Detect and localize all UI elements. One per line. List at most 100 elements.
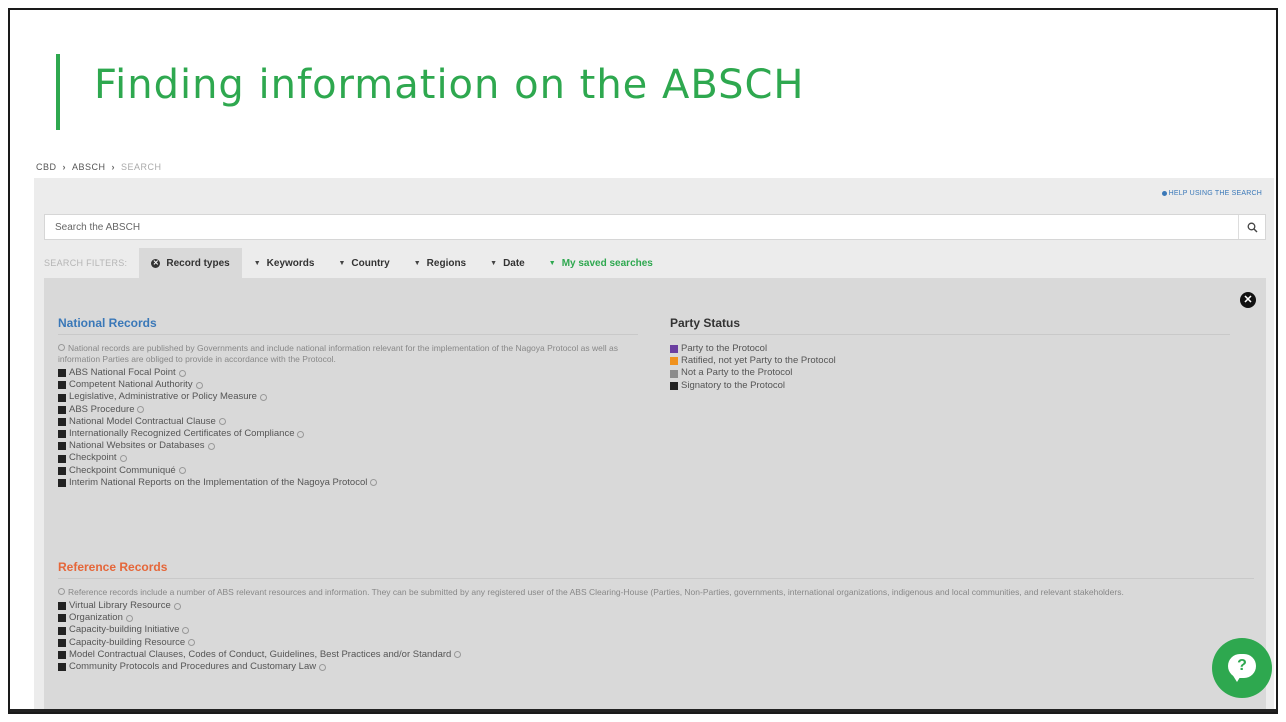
square-icon xyxy=(58,478,66,487)
item-label: National Model Contractual Clause xyxy=(69,415,216,427)
square-icon xyxy=(58,393,66,402)
party-status-list: Party to the Protocol Ratified, not yet … xyxy=(670,343,1230,392)
list-item[interactable]: National Websites or Databases xyxy=(58,440,638,452)
legend-label: Party to the Protocol xyxy=(681,343,768,354)
tab-label: Date xyxy=(503,257,525,269)
list-item[interactable]: ABS National Focal Point xyxy=(58,367,638,379)
help-chat-button[interactable]: ? xyxy=(1212,638,1272,698)
list-item[interactable]: ABS Procedure xyxy=(58,404,638,416)
item-label: Checkpoint xyxy=(69,452,117,464)
list-item[interactable]: Interim National Reports on the Implemen… xyxy=(58,477,638,489)
square-icon xyxy=(58,454,66,463)
list-item[interactable]: Organization xyxy=(58,612,1254,624)
info-icon[interactable] xyxy=(297,430,305,438)
tab-date[interactable]: ▼ Date xyxy=(478,248,537,278)
list-item[interactable]: Internationally Recognized Certificates … xyxy=(58,428,638,440)
caret-down-icon: ▼ xyxy=(413,259,421,267)
reference-records-description: Reference records include a number of AB… xyxy=(58,587,1254,598)
search-filters-label: SEARCH FILTERS: xyxy=(44,258,128,268)
item-label: Internationally Recognized Certificates … xyxy=(69,428,295,440)
close-panel-button[interactable]: ✕ xyxy=(1240,292,1256,308)
chevron-right-icon: › xyxy=(111,162,116,172)
info-icon[interactable] xyxy=(178,467,186,475)
square-icon xyxy=(58,405,66,414)
info-icon[interactable] xyxy=(207,442,215,450)
title-accent-bar xyxy=(56,54,60,130)
tab-record-types[interactable]: ✕ Record types xyxy=(139,248,242,278)
close-circle-icon[interactable]: ✕ xyxy=(151,258,161,268)
legend-item: Party to the Protocol xyxy=(670,343,1230,355)
help-search-label: HELP USING THE SEARCH xyxy=(1168,190,1262,197)
tab-label: Regions xyxy=(426,257,467,269)
info-icon[interactable] xyxy=(454,651,462,659)
party-status-section: Party Status Party to the Protocol Ratif… xyxy=(670,316,1230,392)
item-label: Model Contractual Clauses, Codes of Cond… xyxy=(69,648,452,660)
list-item[interactable]: Capacity-building Resource xyxy=(58,637,1254,649)
item-label: ABS Procedure xyxy=(69,403,135,415)
search-button[interactable] xyxy=(1238,215,1265,239)
breadcrumb-absch[interactable]: ABSCH xyxy=(72,162,106,172)
list-item[interactable]: Checkpoint xyxy=(58,452,638,464)
slide-bottom-rule xyxy=(10,709,1276,712)
color-swatch xyxy=(670,345,678,354)
item-label: Organization xyxy=(69,612,123,624)
chevron-right-icon: › xyxy=(62,162,67,172)
list-item[interactable]: Legislative, Administrative or Policy Me… xyxy=(58,391,638,403)
breadcrumb-search: SEARCH xyxy=(121,162,162,172)
item-label: Capacity-building Resource xyxy=(69,636,186,648)
square-icon xyxy=(58,381,66,390)
info-icon[interactable] xyxy=(173,602,181,610)
square-icon xyxy=(58,614,66,623)
item-label: Competent National Authority xyxy=(69,379,193,391)
info-icon[interactable] xyxy=(182,627,190,634)
square-icon xyxy=(58,602,66,611)
color-swatch xyxy=(670,381,678,390)
caret-down-icon: ▼ xyxy=(338,259,346,267)
info-icon[interactable] xyxy=(218,418,226,426)
tab-label: Keywords xyxy=(266,257,315,269)
legend-item: Not a Party to the Protocol xyxy=(670,367,1230,379)
tab-label: Record types xyxy=(166,257,230,269)
list-item[interactable]: Community Protocols and Procedures and C… xyxy=(58,661,1254,673)
info-icon[interactable] xyxy=(195,381,203,389)
description-text: National records are published by Govern… xyxy=(58,343,618,364)
info-icon[interactable] xyxy=(119,455,127,463)
list-item[interactable]: Model Contractual Clauses, Codes of Cond… xyxy=(58,649,1254,661)
list-item[interactable]: Checkpoint Communiqué xyxy=(58,465,638,477)
tab-my-saved-searches[interactable]: ▼ My saved searches xyxy=(537,248,665,278)
square-icon xyxy=(58,430,66,439)
legend-label: Signatory to the Protocol xyxy=(681,379,786,391)
slide-frame: Finding information on the ABSCH CBD › ABS… xyxy=(8,8,1278,714)
help-search-link[interactable]: HELP USING THE SEARCH xyxy=(1161,190,1262,197)
info-icon[interactable] xyxy=(319,663,327,671)
tab-keywords[interactable]: ▼ Keywords xyxy=(242,248,327,278)
tab-regions[interactable]: ▼ Regions xyxy=(402,248,478,278)
breadcrumb-cbd[interactable]: CBD xyxy=(36,162,57,172)
info-icon[interactable] xyxy=(178,369,186,377)
info-icon[interactable] xyxy=(259,394,267,401)
list-item[interactable]: Capacity-building Initiative xyxy=(58,624,1254,636)
info-icon[interactable] xyxy=(125,614,133,622)
search-input[interactable] xyxy=(45,215,1245,239)
square-icon xyxy=(58,663,66,672)
search-icon xyxy=(1247,222,1257,232)
chat-bubble-tail xyxy=(1232,674,1242,682)
caret-down-icon: ▼ xyxy=(490,259,498,267)
breadcrumb: CBD › ABSCH › SEARCH xyxy=(36,162,162,172)
square-icon xyxy=(58,369,66,378)
close-icon: ✕ xyxy=(1243,294,1253,306)
list-item[interactable]: Virtual Library Resource xyxy=(58,600,1254,612)
info-icon[interactable] xyxy=(137,406,145,414)
square-icon xyxy=(58,626,66,635)
caret-down-icon: ▼ xyxy=(548,259,556,267)
info-icon[interactable] xyxy=(370,479,378,487)
info-icon[interactable] xyxy=(188,639,196,647)
list-item[interactable]: Competent National Authority xyxy=(58,379,638,391)
square-icon xyxy=(58,638,66,647)
color-swatch xyxy=(670,357,678,366)
reference-records-list: Virtual Library Resource Organization Ca… xyxy=(58,600,1254,673)
list-item[interactable]: National Model Contractual Clause xyxy=(58,416,638,428)
tab-label: My saved searches xyxy=(561,257,653,269)
tab-country[interactable]: ▼ Country xyxy=(326,248,401,278)
item-label: ABS National Focal Point xyxy=(69,367,176,378)
